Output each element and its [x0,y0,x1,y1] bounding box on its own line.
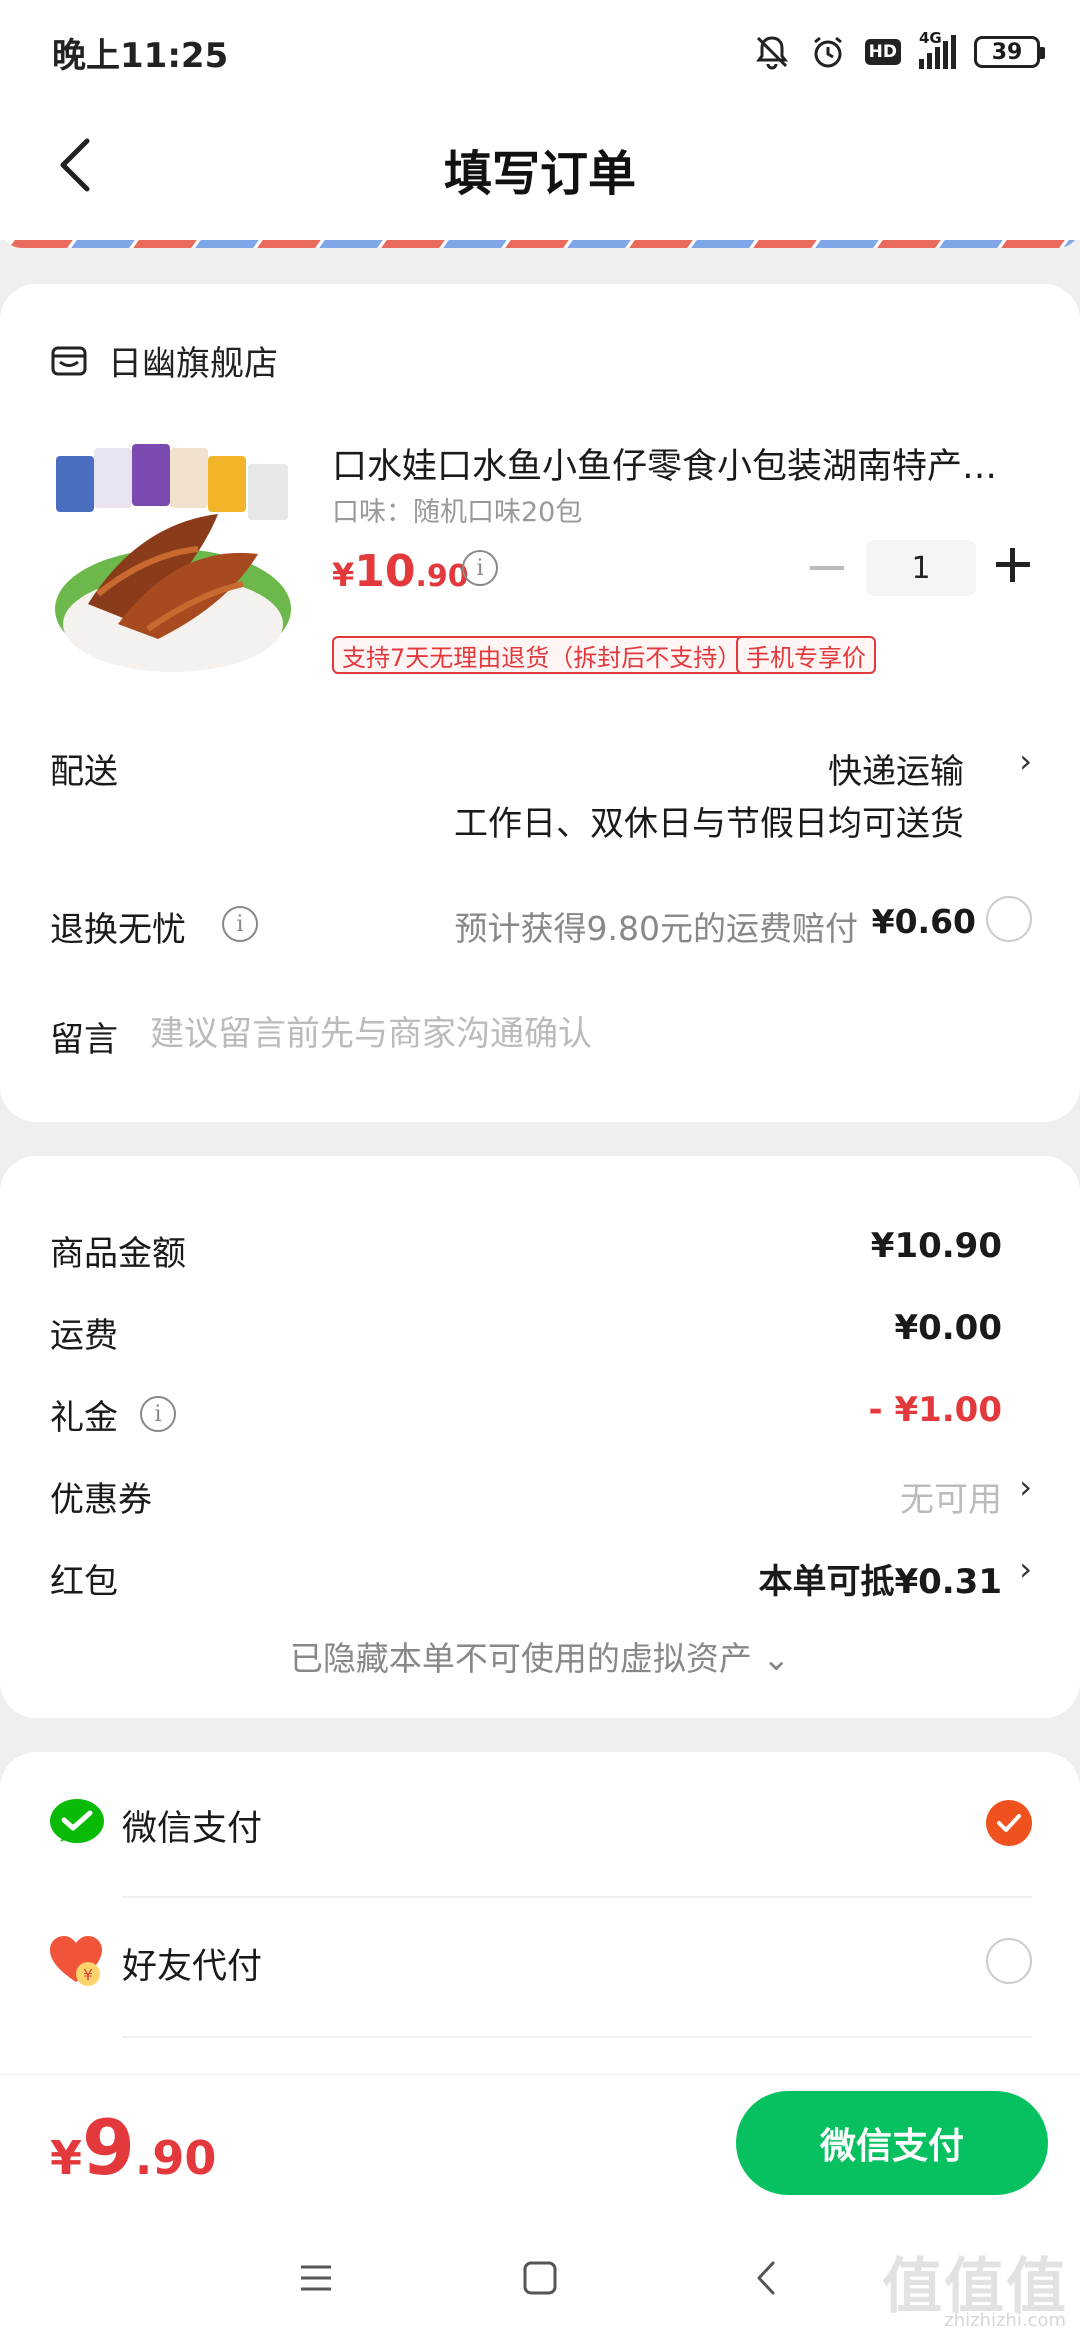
total-integer: 9 [82,2103,135,2192]
airmail-stripe-segment [567,240,631,248]
wechat-pay-icon [50,1799,104,1843]
airmail-stripe-segment [753,240,817,248]
airmail-stripe-segment [691,240,755,248]
product-flavor[interactable]: 口味：随机口味20包 [332,490,582,529]
menu-nav-button[interactable] [286,2248,346,2308]
message-input[interactable] [150,1004,1010,1064]
network-type: 4G [919,29,942,47]
gift-info-icon[interactable]: i [140,1396,176,1432]
airmail-stripe-segment [877,240,941,248]
airmail-stripe-segment [195,240,259,248]
store-row[interactable]: 日幽旗舰店 [50,336,278,385]
home-square-icon [523,2261,557,2295]
chevron-right-icon[interactable]: › [1019,1468,1032,1506]
product-price: ¥ 10 .90 [332,546,469,597]
product-title[interactable]: 口水娃口水鱼小鱼仔零食小包装湖南特产… [332,438,1032,489]
watermark-url: zhizhizhi.com [944,2310,1066,2331]
product-image[interactable] [48,434,298,684]
signal-icon: 4G [919,29,956,69]
airmail-stripe-segment [257,240,321,248]
system-nav-bar: 值值值 zhizhizhi.com [0,2210,1080,2340]
airmail-stripe-segment [133,240,197,248]
payment-label-wechat: 微信支付 [122,1809,263,1849]
summary-label-gift: 礼金 [50,1398,118,1438]
alarm-clock-icon [813,36,842,68]
summary-value-gift: - ¥1.00 [868,1390,1003,1430]
airmail-stripe-segment [505,240,569,248]
return-policy-tag: 支持7天无理由退货（拆封后不支持） [332,636,752,674]
price-currency: ¥ [332,556,355,594]
return-insurance-desc: 预计获得9.80元的运费赔付 [454,909,858,948]
header: 填写订单 [0,100,1080,240]
hidden-assets-toggle[interactable]: 已隐藏本单不可使用的虚拟资产 ⌄ [0,1632,1080,1680]
quantity-minus-button[interactable] [810,566,844,570]
hd-icon: HD [864,39,901,65]
payment-option-wechat[interactable]: 微信支付 [0,1752,1080,1890]
return-info-icon[interactable]: i [222,906,258,942]
chevron-right-icon[interactable]: › [1019,742,1032,780]
price-integer: 10 [354,546,416,597]
delivery-note: 工作日、双休日与节假日均可送货 [454,804,964,844]
airmail-stripe-segment [815,240,879,248]
summary-value-goods: ¥10.90 [870,1226,1002,1266]
status-icons: HD 4G 39 [753,29,1045,74]
total-decimal: .90 [134,2131,217,2185]
page-title: 填写订单 [443,146,636,202]
status-time: 晚上11:25 [52,36,229,76]
checkout-bar: ¥ 9 .90 微信支付 [0,2074,1080,2210]
battery-icon: 39 [974,36,1045,68]
payment-radio-friend[interactable] [986,1938,1032,1984]
store-name: 日幽旗舰店 [108,344,278,384]
return-insurance-radio[interactable] [986,896,1032,942]
pay-button[interactable]: 微信支付 [736,2091,1048,2195]
message-label: 留言 [50,1020,118,1060]
home-nav-button[interactable] [510,2248,570,2308]
airmail-stripe-segment [939,240,1003,248]
chevron-right-icon[interactable]: › [1019,1550,1032,1588]
airmail-stripe [0,226,1080,248]
delivery-method[interactable]: 快递运输 [828,744,964,793]
payment-option-friend[interactable]: ¥ 好友代付 [0,1890,1080,2028]
order-card: 日幽旗舰店 口水娃口水鱼小鱼仔零食小包装湖南特产… 口味：随机口味20包 ¥ 1… [0,284,1080,1122]
svg-text:¥: ¥ [83,1966,93,1984]
airmail-stripe-segment [1063,240,1080,248]
summary-label-goods: 商品金额 [50,1234,186,1274]
return-insurance-label: 退换无忧 [50,910,186,950]
payment-card: 微信支付 ¥ 好友代付 [0,1752,1080,2092]
airmail-stripe-segment [443,240,507,248]
mute-bell-icon [755,36,788,70]
delivery-label: 配送 [50,752,118,792]
summary-value-coupon[interactable]: 无可用 [900,1472,1002,1521]
price-decimal: .90 [415,559,469,594]
total-price: ¥ 9 .90 [50,2103,216,2192]
summary-label-redpacket: 红包 [50,1562,118,1602]
summary-label-shipping: 运费 [50,1316,118,1356]
airmail-stripe-segment [71,240,135,248]
quantity-plus-button[interactable] [996,548,1030,582]
friend-pay-heart-icon: ¥ [50,1936,102,1986]
back-nav-button[interactable] [736,2248,796,2308]
airmail-stripe-segment [1001,240,1065,248]
chevron-left-icon [757,2261,775,2295]
airmail-stripe-segment [319,240,383,248]
summary-label-coupon: 优惠券 [50,1480,152,1520]
check-icon [997,1814,1021,1832]
status-bar: 晚上11:25 HD 4G 39 [0,0,1080,100]
payment-radio-wechat[interactable] [986,1800,1032,1846]
airmail-stripe-segment [629,240,693,248]
divider [122,2036,1032,2038]
airmail-stripe-segment [9,240,73,248]
total-currency: ¥ [50,2131,83,2185]
summary-value-shipping: ¥0.00 [894,1308,1002,1348]
payment-label-friend: 好友代付 [122,1947,263,1987]
menu-icon [301,2265,331,2291]
store-icon [51,346,87,375]
airmail-stripe-segment [381,240,445,248]
mobile-price-tag: 手机专享价 [736,636,876,674]
price-info-icon[interactable]: i [462,550,498,586]
quantity-value[interactable]: 1 [866,540,976,596]
summary-card: 商品金额 ¥10.90 运费 ¥0.00 礼金 i - ¥1.00 优惠券 无可… [0,1156,1080,1718]
summary-value-redpacket[interactable]: 本单可抵¥0.31 [758,1554,1002,1603]
return-insurance-price: ¥0.60 [871,902,976,941]
